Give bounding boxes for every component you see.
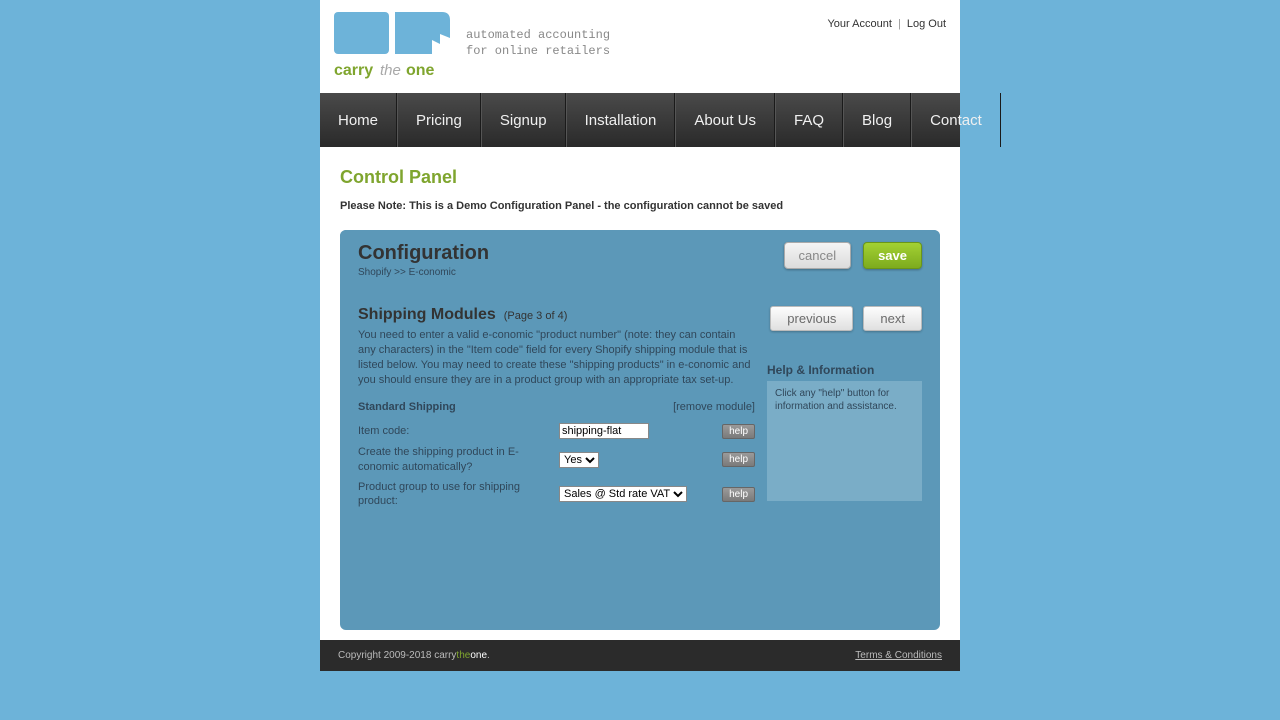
- save-button[interactable]: save: [863, 242, 922, 269]
- remove-module-link[interactable]: [remove module]: [673, 401, 755, 413]
- header-buttons: cancel save: [784, 242, 923, 269]
- form-row-item-code: Item code: help: [358, 423, 755, 439]
- nav-about[interactable]: About Us: [675, 93, 775, 147]
- next-button[interactable]: next: [863, 306, 922, 331]
- nav-signup[interactable]: Signup: [481, 93, 566, 147]
- svg-text:one: one: [406, 62, 435, 79]
- logo-icon: carry the one: [332, 10, 452, 85]
- product-group-select[interactable]: Sales @ Std rate VAT: [559, 486, 687, 502]
- help-button-auto-create[interactable]: help: [722, 452, 755, 467]
- help-box: Click any "help" button for information …: [767, 381, 922, 501]
- svg-text:the: the: [380, 62, 401, 79]
- page-indicator: (Page 3 of 4): [504, 310, 568, 322]
- nav-installation[interactable]: Installation: [566, 93, 676, 147]
- help-button-product-group[interactable]: help: [722, 487, 755, 502]
- terms-link[interactable]: Terms & Conditions: [855, 650, 942, 661]
- config-header: Configuration Shopify >> E-conomic cance…: [340, 230, 940, 288]
- content-area: Control Panel Please Note: This is a Dem…: [320, 147, 960, 640]
- tagline: automated accounting for online retailer…: [466, 28, 610, 59]
- separator: |: [898, 18, 901, 30]
- right-column: previous next Help & Information Click a…: [767, 306, 922, 515]
- log-out-link[interactable]: Log Out: [907, 18, 946, 30]
- header: Your Account | Log Out carry the one aut…: [320, 0, 960, 93]
- left-column: Shipping Modules (Page 3 of 4) You need …: [358, 306, 755, 515]
- account-links: Your Account | Log Out: [827, 18, 946, 30]
- cancel-button[interactable]: cancel: [784, 242, 852, 269]
- item-code-input[interactable]: [559, 423, 649, 439]
- help-button-item-code[interactable]: help: [722, 424, 755, 439]
- item-code-label: Item code:: [358, 424, 553, 438]
- module-name: Standard Shipping: [358, 401, 456, 413]
- previous-button[interactable]: previous: [770, 306, 853, 331]
- page-title: Control Panel: [340, 167, 940, 188]
- main-nav: Home Pricing Signup Installation About U…: [320, 93, 960, 147]
- product-group-label: Product group to use for shipping produc…: [358, 480, 553, 509]
- section-title-row: Shipping Modules (Page 3 of 4): [358, 306, 567, 324]
- section-top-row: Shipping Modules (Page 3 of 4): [358, 306, 755, 328]
- nav-home[interactable]: Home: [320, 93, 397, 147]
- nav-pricing[interactable]: Pricing: [397, 93, 481, 147]
- nav-blog[interactable]: Blog: [843, 93, 911, 147]
- auto-create-select[interactable]: Yes: [559, 452, 599, 468]
- page-wrapper: Your Account | Log Out carry the one aut…: [320, 0, 960, 671]
- section-title: Shipping Modules: [358, 306, 496, 324]
- your-account-link[interactable]: Your Account: [827, 18, 891, 30]
- config-body: Shipping Modules (Page 3 of 4) You need …: [340, 288, 940, 595]
- nav-faq[interactable]: FAQ: [775, 93, 843, 147]
- section-description: You need to enter a valid e-conomic "pro…: [358, 328, 755, 387]
- footer: Copyright 2009-2018 carrytheone. Terms &…: [320, 640, 960, 671]
- demo-note: Please Note: This is a Demo Configuratio…: [340, 200, 940, 212]
- auto-create-label: Create the shipping product in E-conomic…: [358, 445, 553, 474]
- footer-copyright: Copyright 2009-2018 carrytheone.: [338, 650, 490, 661]
- form-row-product-group: Product group to use for shipping produc…: [358, 480, 755, 509]
- svg-text:carry: carry: [334, 62, 373, 79]
- form-row-auto-create: Create the shipping product in E-conomic…: [358, 445, 755, 474]
- nav-buttons: previous next: [767, 306, 922, 331]
- config-panel: Configuration Shopify >> E-conomic cance…: [340, 230, 940, 630]
- nav-contact[interactable]: Contact: [911, 93, 1001, 147]
- help-box-title: Help & Information: [767, 363, 922, 377]
- module-header: Standard Shipping [remove module]: [358, 401, 755, 413]
